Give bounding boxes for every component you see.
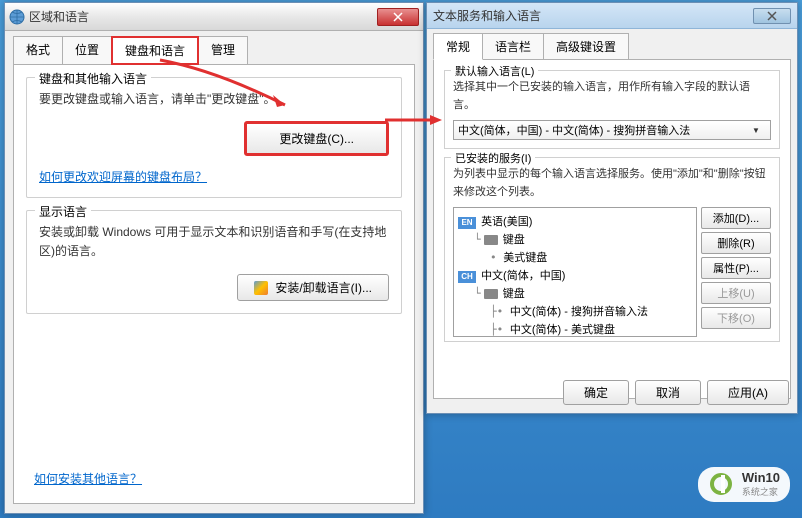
display-language-group: 显示语言 安装或卸载 Windows 可用于显示文本和识别语音和手写(在支持地区… <box>26 210 402 313</box>
keyboard-group: 键盘和其他输入语言 要更改键盘或输入语言，请单击"更改键盘"。 更改键盘(C).… <box>26 77 402 198</box>
add-button[interactable]: 添加(D)... <box>701 207 771 229</box>
tree-item-chinese[interactable]: CH 中文(简体，中国) <box>458 266 692 284</box>
window-title: 区域和语言 <box>29 8 377 25</box>
installed-services-group: 已安装的服务(I) 为列表中显示的每个输入语言选择服务。使用"添加"和"删除"按… <box>444 157 780 342</box>
apply-button[interactable]: 应用(A) <box>707 380 789 405</box>
close-icon <box>767 11 777 21</box>
display-language-title: 显示语言 <box>35 203 91 220</box>
globe-icon <box>9 9 25 25</box>
tree-item-us-keyboard[interactable]: • 美式键盘 <box>458 248 692 266</box>
tree-leaf: 中文(简体) - 美式键盘 <box>510 324 615 336</box>
close-icon <box>393 12 403 22</box>
window-title: 文本服务和输入语言 <box>433 7 753 24</box>
tree-item-ch-us-keyboard[interactable]: ├• 中文(简体) - 美式键盘 <box>458 320 692 337</box>
tab-keyboard-language[interactable]: 键盘和语言 <box>111 36 199 65</box>
tab-format[interactable]: 格式 <box>13 36 63 65</box>
tree-connector-icon: └ <box>474 287 481 300</box>
installed-services-description: 为列表中显示的每个输入语言选择服务。使用"添加"和"删除"按钮来修改这个列表。 <box>453 166 771 201</box>
tree-leaf: 中文(简体) - 搜狗拼音输入法 <box>510 306 648 318</box>
tree-item-english[interactable]: EN 英语(美国) <box>458 212 692 230</box>
tab-content: 默认输入语言(L) 选择其中一个已安装的输入语言，用作所有输入字段的默认语言。 … <box>433 59 791 399</box>
tree-item-en-keyboard[interactable]: └ 键盘 <box>458 230 692 248</box>
watermark-title: Win10 <box>742 471 780 485</box>
tab-advanced-keys[interactable]: 高级键设置 <box>543 33 629 60</box>
tree-kb-label: 键盘 <box>503 288 525 300</box>
installed-services-title: 已安装的服务(I) <box>451 150 535 166</box>
keyboard-icon <box>484 289 498 299</box>
tab-content: 键盘和其他输入语言 要更改键盘或输入语言，请单击"更改键盘"。 更改键盘(C).… <box>13 64 415 504</box>
move-down-button[interactable]: 下移(O) <box>701 307 771 329</box>
tree-connector-icon: ├• <box>490 305 510 318</box>
default-lang-description: 选择其中一个已安装的输入语言，用作所有输入字段的默认语言。 <box>453 79 771 114</box>
win10-logo-icon <box>708 471 734 497</box>
language-tree[interactable]: EN 英语(美国) └ 键盘 • 美式键盘 <box>453 207 697 337</box>
move-up-button[interactable]: 上移(U) <box>701 282 771 304</box>
titlebar[interactable]: 区域和语言 <box>5 3 423 31</box>
watermark-subtitle: 系统之家 <box>742 485 780 498</box>
shield-icon <box>254 281 268 295</box>
close-button[interactable] <box>377 8 419 26</box>
welcome-screen-layout-link[interactable]: 如何更改欢迎屏幕的键盘布局？ <box>39 170 207 184</box>
tab-location[interactable]: 位置 <box>62 36 112 65</box>
tree-connector-icon: • <box>490 251 503 264</box>
titlebar[interactable]: 文本服务和输入语言 <box>427 3 797 29</box>
tab-general[interactable]: 常规 <box>433 33 483 60</box>
tree-leaf: 美式键盘 <box>503 252 547 264</box>
tree-item-ch-keyboard[interactable]: └ 键盘 <box>458 284 692 302</box>
default-input-language-group: 默认输入语言(L) 选择其中一个已安装的输入语言，用作所有输入字段的默认语言。 … <box>444 70 780 149</box>
tree-item-sogou[interactable]: ├• 中文(简体) - 搜狗拼音输入法 <box>458 302 692 320</box>
remove-button[interactable]: 删除(R) <box>701 232 771 254</box>
install-btn-label: 安装/卸载语言(I)... <box>275 281 372 295</box>
display-language-description: 安装或卸载 Windows 可用于显示文本和识别语音和手写(在支持地区)的语言。 <box>39 223 389 261</box>
ok-button[interactable]: 确定 <box>563 380 629 405</box>
properties-button[interactable]: 属性(P)... <box>701 257 771 279</box>
default-language-dropdown[interactable]: 中文(简体，中国) - 中文(简体) - 搜狗拼音输入法 ▼ <box>453 120 771 140</box>
keyboard-icon <box>484 235 498 245</box>
tree-en-label: 英语(美国) <box>481 216 532 228</box>
watermark: Win10 系统之家 <box>698 467 790 502</box>
close-button[interactable] <box>753 8 791 24</box>
install-uninstall-language-button[interactable]: 安装/卸载语言(I)... <box>237 274 389 301</box>
tab-admin[interactable]: 管理 <box>198 36 248 65</box>
lang-badge-en: EN <box>458 217 476 229</box>
tree-ch-label: 中文(简体，中国) <box>481 270 565 282</box>
cancel-button[interactable]: 取消 <box>635 380 701 405</box>
dialog-button-row: 确定 取消 应用(A) <box>563 380 789 405</box>
dropdown-selected: 中文(简体，中国) - 中文(简体) - 搜狗拼音输入法 <box>458 122 690 138</box>
keyboard-group-description: 要更改键盘或输入语言，请单击"更改键盘"。 <box>39 90 389 109</box>
region-language-window: 区域和语言 格式 位置 键盘和语言 管理 键盘和其他输入语言 要更改键盘或输入语… <box>4 2 424 514</box>
chevron-down-icon: ▼ <box>752 126 766 135</box>
tabs-bar: 格式 位置 键盘和语言 管理 <box>5 31 423 64</box>
text-services-window: 文本服务和输入语言 常规 语言栏 高级键设置 默认输入语言(L) 选择其中一个已… <box>426 2 798 414</box>
tree-connector-icon: ├• <box>490 323 510 336</box>
tree-side-buttons: 添加(D)... 删除(R) 属性(P)... 上移(U) 下移(O) <box>701 207 771 337</box>
tab-language-bar[interactable]: 语言栏 <box>482 33 544 60</box>
default-lang-title: 默认输入语言(L) <box>451 63 538 79</box>
install-other-languages-link[interactable]: 如何安装其他语言？ <box>34 470 142 487</box>
change-keyboard-button[interactable]: 更改键盘(C)... <box>244 121 389 156</box>
tree-connector-icon: └ <box>474 233 481 246</box>
tree-kb-label: 键盘 <box>503 234 525 246</box>
lang-badge-ch: CH <box>458 271 476 283</box>
tabs-bar: 常规 语言栏 高级键设置 <box>427 29 797 59</box>
keyboard-group-title: 键盘和其他输入语言 <box>35 70 151 87</box>
